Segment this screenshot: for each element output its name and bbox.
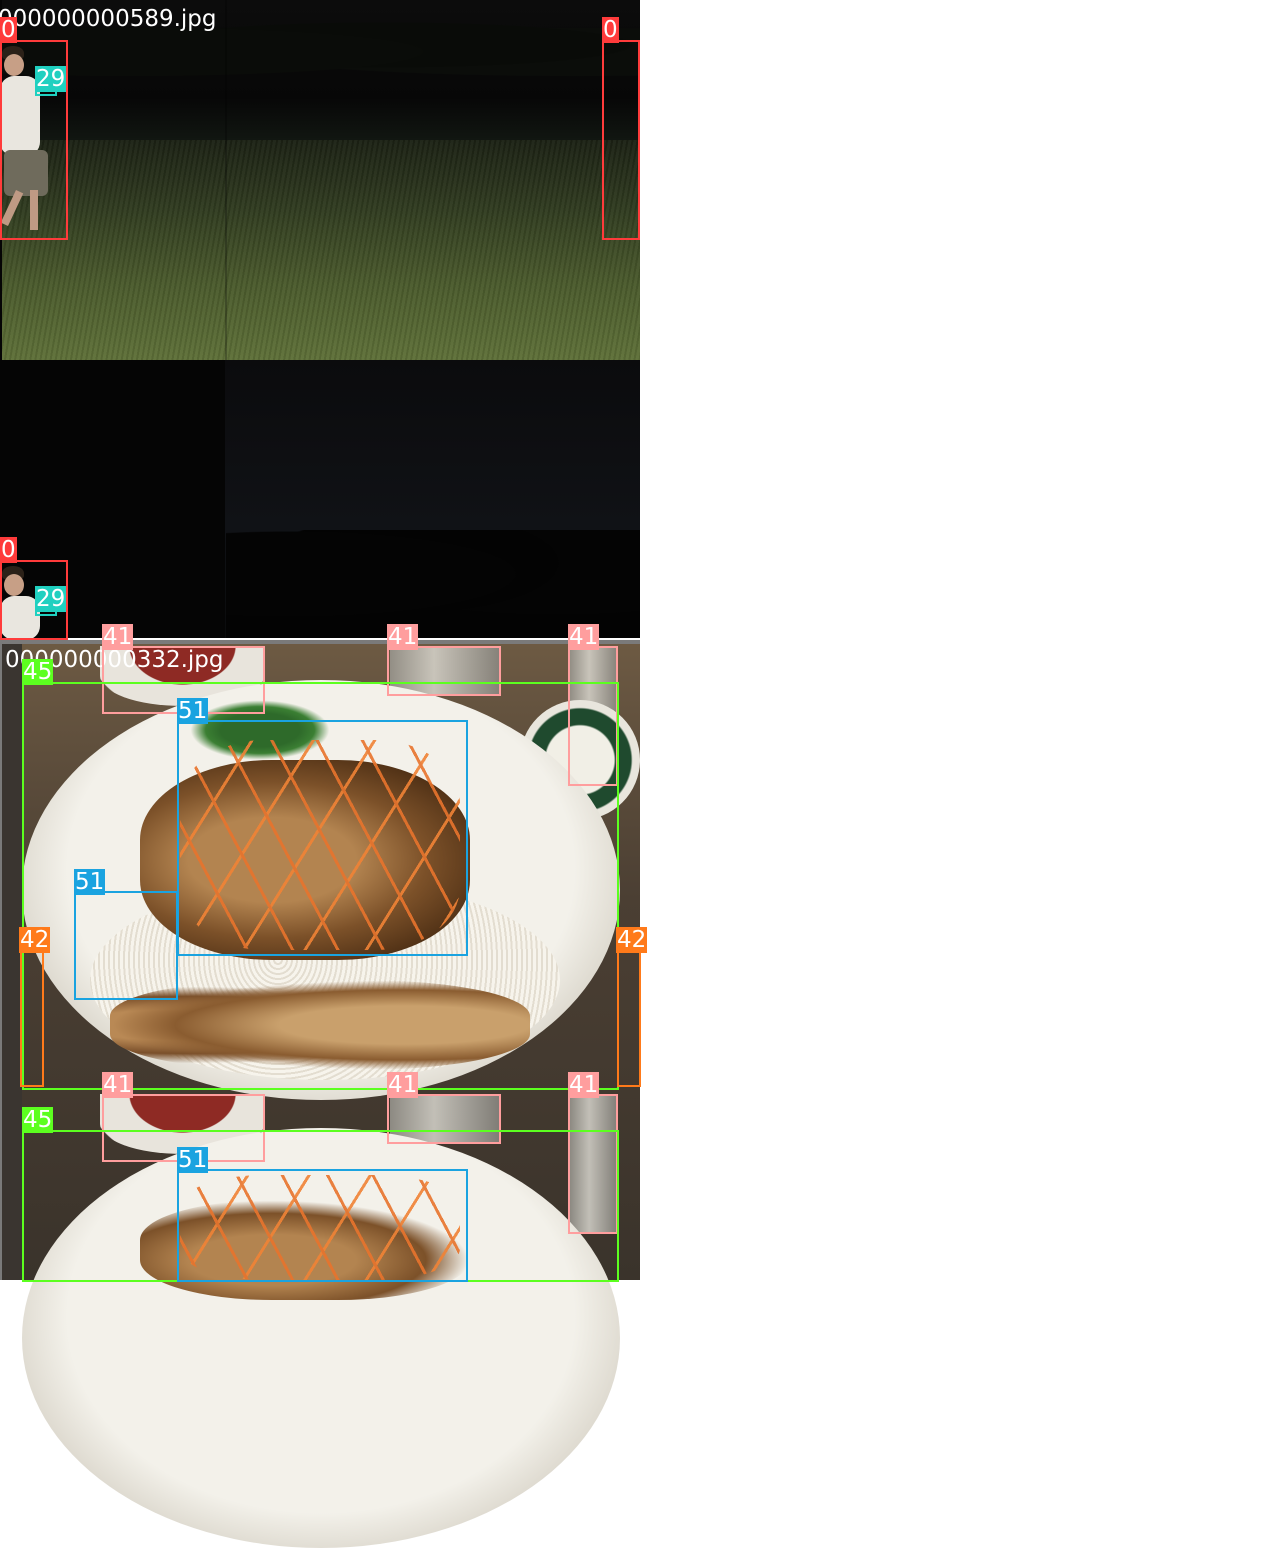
mosaic-tile-night-field [0, 0, 640, 640]
table-edge [2, 644, 22, 1280]
bounding-box-carrot [74, 891, 178, 1000]
class-label-carrot: 51 [177, 1147, 209, 1173]
class-label-person: 0 [0, 537, 17, 563]
class-label-bowl: 45 [22, 659, 54, 685]
class-label-carrot: 51 [74, 869, 106, 895]
class-label-fork: 42 [616, 927, 648, 953]
class-label-person: 0 [602, 17, 619, 43]
class-label-bowl: 45 [22, 1107, 54, 1133]
image-filename: 000000000589.jpg [0, 6, 217, 32]
class-label-frisbee: 29 [35, 66, 67, 92]
class-label-cup: 41 [387, 624, 419, 650]
bounding-box-carrot [177, 720, 468, 956]
class-label-cup: 41 [568, 624, 600, 650]
bounding-box-fork [617, 950, 641, 1087]
class-label-carrot: 51 [177, 698, 209, 724]
mosaic-seam [225, 0, 227, 360]
class-label-cup: 41 [387, 1072, 419, 1098]
class-label-cup: 41 [102, 1072, 134, 1098]
bounding-box-fork [20, 950, 44, 1087]
class-label-frisbee: 29 [35, 586, 67, 612]
grass-field [2, 140, 640, 360]
class-label-cup: 41 [568, 1072, 600, 1098]
class-label-person: 0 [0, 17, 17, 43]
bounding-box-person [602, 40, 640, 240]
class-label-cup: 41 [102, 624, 134, 650]
bounding-box-carrot [177, 1169, 468, 1282]
class-label-fork: 42 [19, 927, 51, 953]
